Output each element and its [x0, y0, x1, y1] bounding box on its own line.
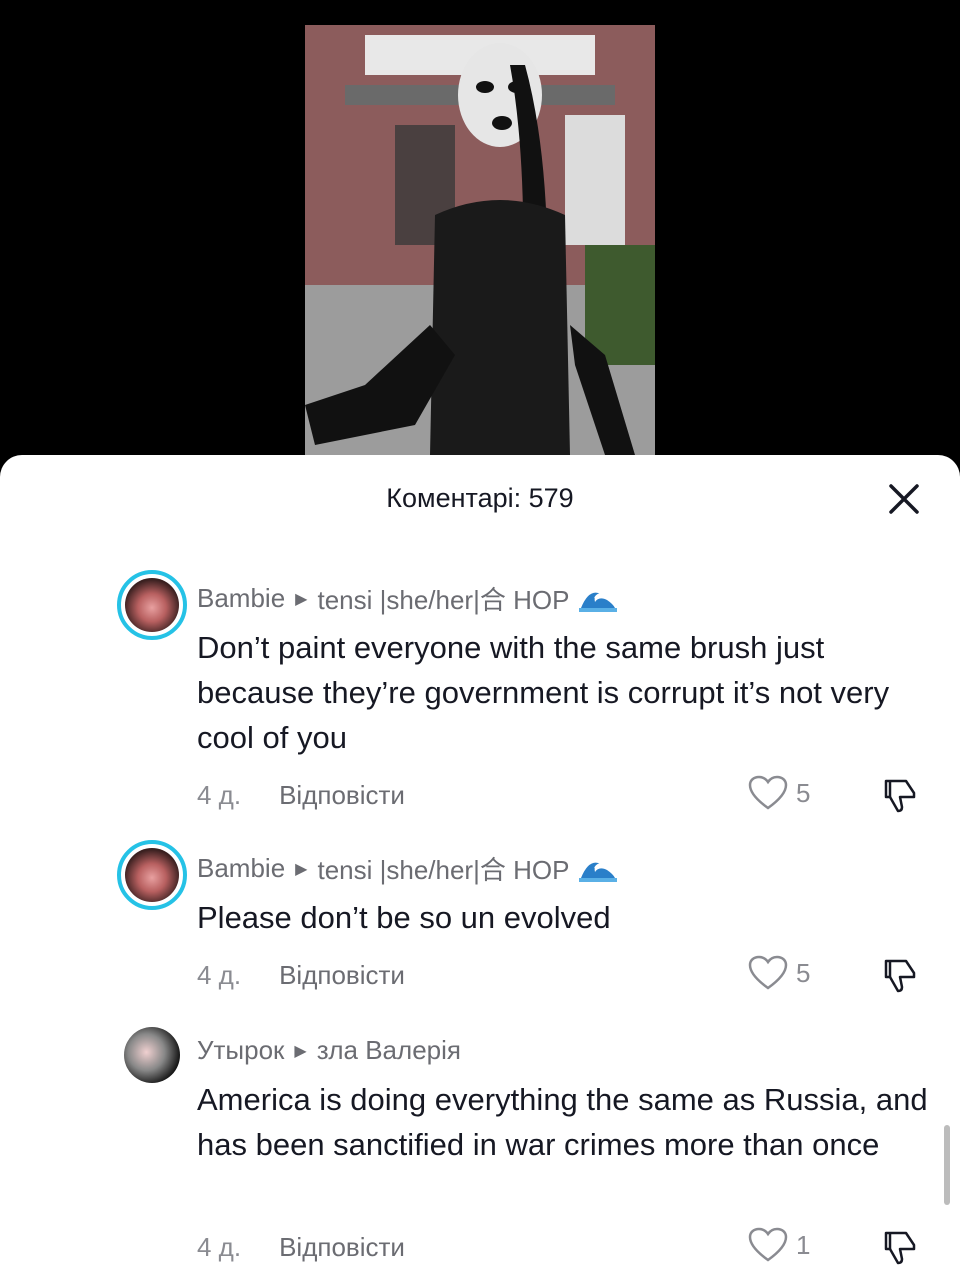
like-count: 5	[796, 777, 811, 808]
reply-button[interactable]: Відповісти	[279, 1232, 405, 1263]
heart-icon	[748, 775, 788, 810]
video-thumbnail[interactable]	[305, 25, 655, 455]
comment-time: 4 д.	[197, 780, 242, 810]
thumbs-down-icon	[884, 1231, 916, 1265]
avatar[interactable]	[117, 570, 187, 640]
heart-icon	[748, 1227, 788, 1262]
like-count: 1	[796, 1229, 811, 1260]
like-button[interactable]: 5	[748, 775, 810, 811]
reply-arrow-icon: ▶	[295, 590, 308, 608]
dislike-button[interactable]	[880, 775, 920, 815]
reply-button[interactable]: Відповісти	[279, 780, 405, 811]
reply-arrow-icon: ▶	[294, 1042, 307, 1060]
reply-button[interactable]: Відповісти	[279, 960, 405, 991]
avatar[interactable]	[124, 1027, 180, 1083]
comment-user-line: Утырок ▶ зла Валерія	[197, 1035, 461, 1066]
reply-arrow-icon: ▶	[295, 860, 308, 878]
comment-meta: 4 д. Відповісти	[197, 1232, 405, 1263]
reply-to-username[interactable]: зла Валерія	[317, 1035, 461, 1066]
comment-user-line: Bambie ▶ tensi |she/her|合 HOP	[197, 580, 618, 617]
comment-username[interactable]: Bambie	[197, 853, 285, 884]
comment-text: Please don’t be so un evolved	[197, 900, 611, 935]
comment-text: Don’t paint everyone with the same brush…	[197, 630, 890, 755]
comments-sheet: Коментарі: 579 Bambie ▶ tensi |she/her|合…	[0, 455, 960, 1280]
comment-text: America is doing everything the same as …	[197, 1082, 928, 1162]
dislike-button[interactable]	[880, 955, 920, 995]
comment-meta: 4 д. Відповісти	[197, 780, 405, 811]
video-scene	[305, 25, 655, 455]
comments-count-title: Коментарі: 579	[386, 483, 574, 513]
comment-username[interactable]: Bambie	[197, 583, 285, 614]
comment-time: 4 д.	[197, 960, 242, 990]
video-area[interactable]	[0, 0, 960, 470]
scrollbar[interactable]	[944, 1125, 950, 1205]
avatar[interactable]	[117, 840, 187, 910]
like-button[interactable]: 5	[748, 955, 810, 991]
thumbs-down-icon	[884, 779, 916, 813]
heart-icon	[748, 955, 788, 990]
reply-to-username[interactable]: tensi |she/her|合 HOP	[317, 580, 569, 617]
close-icon[interactable]	[888, 483, 920, 515]
like-button[interactable]: 1	[748, 1227, 810, 1263]
wave-emoji-icon	[579, 862, 618, 882]
comment-meta: 4 д. Відповісти	[197, 960, 405, 991]
comment-time: 4 д.	[197, 1232, 242, 1262]
comment-user-line: Bambie ▶ tensi |she/her|合 HOP	[197, 850, 618, 887]
like-count: 5	[796, 957, 811, 988]
comment-username[interactable]: Утырок	[197, 1035, 284, 1066]
thumbs-down-icon	[884, 959, 916, 993]
dislike-button[interactable]	[880, 1227, 920, 1267]
wave-emoji-icon	[579, 592, 618, 612]
reply-to-username[interactable]: tensi |she/her|合 HOP	[317, 850, 569, 887]
